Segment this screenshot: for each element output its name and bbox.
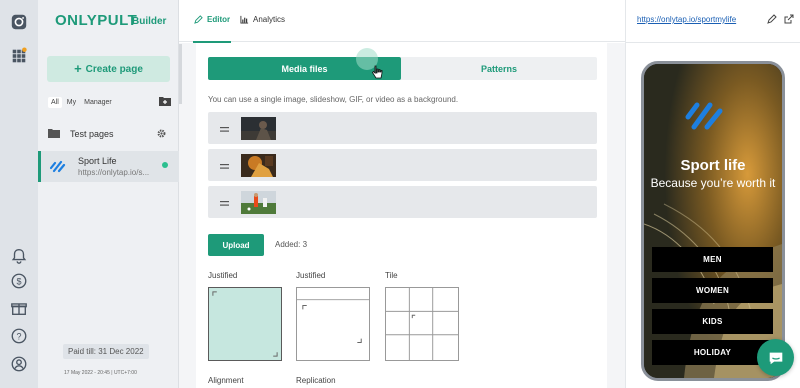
layout-option-justified-full[interactable]	[208, 287, 282, 361]
chat-support-button[interactable]	[757, 339, 794, 376]
onlytap-logo-icon	[685, 97, 725, 131]
layout-option-justified-inset[interactable]	[296, 287, 370, 361]
media-thumbnail	[241, 117, 276, 140]
patterns-tab[interactable]: Patterns	[401, 57, 597, 80]
filter-tabs: All My Manager	[48, 97, 115, 108]
bell-icon[interactable]	[9, 246, 29, 266]
phone-button-men[interactable]: MEN	[652, 247, 773, 272]
media-item[interactable]	[208, 112, 597, 144]
phone-button-kids[interactable]: KIDS	[652, 309, 773, 334]
drag-handle-icon[interactable]	[220, 124, 229, 132]
layout-label: Tile	[385, 271, 398, 280]
layout-label: Justified	[208, 271, 238, 280]
svg-text:?: ?	[16, 332, 21, 342]
replication-label: Replication	[296, 376, 336, 385]
filter-all[interactable]: All	[48, 97, 62, 108]
apps-grid-icon[interactable]	[9, 46, 29, 66]
svg-text:$: $	[16, 277, 21, 287]
folder-icon	[48, 128, 60, 138]
media-item[interactable]	[208, 186, 597, 218]
filter-manager[interactable]: Manager	[81, 97, 115, 108]
media-panel: Media files Patterns You can use a singl…	[196, 43, 607, 388]
tab-analytics-label: Analytics	[253, 15, 286, 24]
camera-icon[interactable]	[9, 12, 29, 32]
tab-analytics[interactable]: Analytics	[240, 15, 285, 24]
preview-url-link[interactable]: https://onlytap.io/sportmylife	[637, 15, 736, 24]
sidebar: ONLYPULT Builder + Create page All My Ma…	[38, 0, 179, 388]
page-item-url: https://onlytap.io/s...	[78, 168, 150, 177]
editor-main: Editor Analytics Media files Patterns Yo…	[179, 0, 625, 388]
create-page-button[interactable]: + Create page	[47, 56, 170, 82]
folder-label: Test pages	[70, 129, 114, 139]
paid-till-badge: Paid till: 31 Dec 2022	[63, 344, 149, 359]
brand-logo: ONLYPULT	[55, 12, 138, 29]
hand-cursor-icon	[371, 65, 383, 79]
media-item[interactable]	[208, 149, 597, 181]
onlytap-logo-icon	[49, 159, 66, 173]
layout-option-tile[interactable]	[385, 287, 459, 361]
phone-preview: Sport life Because you’re worth it MEN W…	[641, 61, 785, 381]
brand-logo-sub: Builder	[132, 16, 167, 27]
filter-my[interactable]: My	[64, 97, 79, 108]
drag-handle-icon[interactable]	[220, 198, 229, 206]
dollar-icon[interactable]: $	[9, 271, 29, 291]
plus-icon: +	[74, 61, 82, 76]
scrollbar[interactable]	[179, 44, 182, 104]
preview-pane: https://onlytap.io/sportmylife Sport lif…	[625, 0, 800, 388]
layout-label: Justified	[296, 271, 326, 280]
page-list-item[interactable]: Sport Life https://onlytap.io/s...	[38, 151, 179, 182]
add-folder-icon[interactable]	[159, 96, 171, 106]
pencil-icon[interactable]	[767, 14, 777, 24]
media-thumbnail	[241, 154, 276, 177]
drag-handle-icon[interactable]	[220, 161, 229, 169]
gift-icon[interactable]	[9, 298, 29, 318]
gear-icon[interactable]	[156, 128, 167, 139]
user-icon[interactable]	[9, 354, 29, 374]
status-dot	[162, 162, 168, 168]
tab-editor[interactable]: Editor	[194, 15, 230, 24]
upload-button[interactable]: Upload	[208, 234, 264, 256]
page-item-title: Sport Life	[78, 156, 117, 166]
phone-button-holiday[interactable]: HOLIDAY	[652, 340, 773, 365]
pencil-icon	[194, 15, 203, 24]
folder-row[interactable]: Test pages	[38, 122, 179, 146]
media-thumbnail	[241, 191, 276, 214]
chat-icon	[769, 352, 782, 364]
topbar: Editor Analytics	[179, 0, 625, 43]
external-link-icon[interactable]	[784, 14, 794, 24]
phone-subtitle: Because you’re worth it	[650, 176, 776, 190]
left-rail: $ ?	[0, 0, 38, 388]
help-icon[interactable]: ?	[9, 326, 29, 346]
added-count: Added: 3	[275, 240, 308, 249]
background-hint: You can use a single image, slideshow, G…	[208, 95, 459, 104]
divider	[626, 42, 800, 43]
bar-chart-icon	[240, 15, 249, 24]
phone-button-women[interactable]: WOMEN	[652, 278, 773, 303]
phone-title: Sport life	[680, 157, 746, 174]
create-page-label: Create page	[85, 63, 143, 75]
timestamp: 17 May 2022 - 20:45 | UTC+7:00	[64, 370, 137, 376]
media-mode-toggle: Media files Patterns	[208, 57, 597, 80]
alignment-label: Alignment	[208, 376, 244, 385]
tab-editor-label: Editor	[207, 15, 231, 24]
